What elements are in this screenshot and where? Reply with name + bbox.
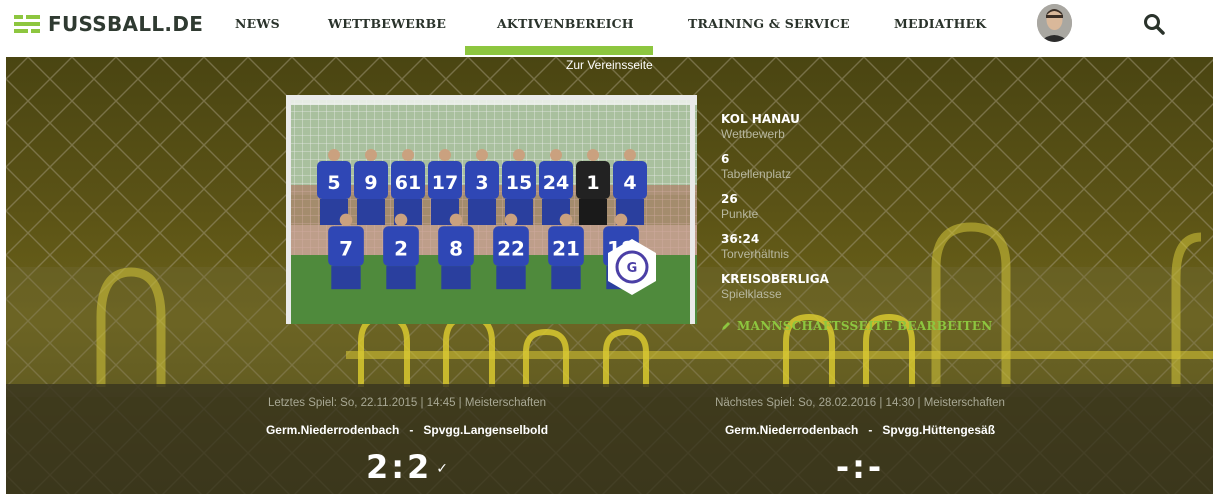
logo-icon <box>14 15 40 33</box>
stat-goal-ratio: 36:24 Torverhältnis <box>721 232 789 261</box>
edit-team-page-label: MANNSCHAFTSSEITE BEARBEITEN <box>737 319 993 333</box>
jersey-number: 61 <box>395 172 421 194</box>
team-photo: 5961173152414 728222118 G <box>286 95 697 324</box>
pencil-icon <box>722 322 730 330</box>
stat-label: Punkte <box>721 207 759 221</box>
stat-label: Wettbewerb <box>721 127 785 141</box>
stat-competition: KOL HANAU Wettbewerb <box>721 112 800 141</box>
active-tab-indicator <box>465 46 653 55</box>
next-match[interactable]: Nächstes Spiel: So, 28.02.2016 | 14:30 |… <box>660 397 1060 486</box>
nav-item-training-service[interactable]: TRAINING & SERVICE <box>688 16 850 31</box>
stat-value: 6 <box>721 152 730 166</box>
jersey-number: 24 <box>543 172 569 194</box>
stat-points: 26 Punkte <box>721 192 758 221</box>
jersey-number: 21 <box>552 237 580 261</box>
stat-label: Torverhältnis <box>721 247 790 261</box>
jersey-number: 2 <box>394 237 408 261</box>
search-icon[interactable] <box>1143 13 1165 35</box>
stat-table-position: 6 Tabellenplatz <box>721 152 791 181</box>
stat-value: 26 <box>721 192 738 206</box>
stat-label: Tabellenplatz <box>721 167 792 181</box>
team-hero: Zur Vereinsseite 5961173152414 728222118 <box>6 57 1213 494</box>
check-icon: ✓ <box>436 461 449 477</box>
stat-value: 36:24 <box>721 232 760 246</box>
home-team: Germ.Niederrodenbach <box>265 423 400 437</box>
away-team: Spvgg.Hüttengesäß <box>882 423 996 437</box>
away-team: Spvgg.Langenselbold <box>423 423 549 437</box>
last-match-meta: Letztes Spiel: So, 22.11.2015 | 14:45 | … <box>267 397 547 409</box>
nav-item-wettbewerbe[interactable]: WETTBEWERBE <box>328 16 446 31</box>
top-navigation: FUSSBALL.DE NEWS WETTBEWERBE AKTIVENBERE… <box>0 0 1213 57</box>
last-match-teams: Germ.Niederrodenbach - Spvgg.Langenselbo… <box>207 423 607 437</box>
last-match[interactable]: Letztes Spiel: So, 22.11.2015 | 14:45 | … <box>207 397 607 486</box>
nav-item-aktivenbereich[interactable]: AKTIVENBEREICH <box>497 16 634 31</box>
last-match-score-row: 2:2 ✓ <box>207 448 607 486</box>
team-separator: - <box>409 423 414 437</box>
site-logo[interactable]: FUSSBALL.DE <box>14 11 203 37</box>
next-match-score-row: -:- <box>660 448 1060 486</box>
jersey-number: 9 <box>364 172 377 194</box>
logo-text: FUSSBALL.DE <box>48 12 204 36</box>
jersey-number: 15 <box>506 172 532 194</box>
jersey-number: 7 <box>339 237 353 261</box>
next-match-teams: Germ.Niederrodenbach - Spvgg.Hüttengesäß <box>660 423 1060 437</box>
stat-label: Spielklasse <box>721 287 782 301</box>
next-match-score: -:- <box>835 448 885 486</box>
jersey-number: 5 <box>327 172 340 194</box>
club-page-link[interactable]: Zur Vereinsseite <box>566 58 653 72</box>
stat-value: KOL HANAU <box>721 112 800 126</box>
edit-team-page-link[interactable]: MANNSCHAFTSSEITE BEARBEITEN <box>721 319 993 333</box>
jersey-number: 1 <box>586 172 599 194</box>
jersey-number: 17 <box>432 172 458 194</box>
jersey-number: 8 <box>449 237 463 261</box>
nav-item-mediathek[interactable]: MEDIATHEK <box>894 16 986 31</box>
jersey-number: 22 <box>497 237 525 261</box>
team-separator: - <box>868 423 873 437</box>
stat-value: KREISOBERLIGA <box>721 272 829 286</box>
user-avatar[interactable] <box>1037 4 1072 42</box>
jersey-number: 3 <box>475 172 488 194</box>
match-bar: Letztes Spiel: So, 22.11.2015 | 14:45 | … <box>6 384 1213 494</box>
jersey-number: 4 <box>623 172 636 194</box>
next-match-meta: Nächstes Spiel: So, 28.02.2016 | 14:30 |… <box>715 397 1005 409</box>
nav-item-news[interactable]: NEWS <box>235 16 280 31</box>
svg-text:G: G <box>627 261 638 276</box>
last-match-score: 2:2 <box>365 448 433 486</box>
home-team: Germ.Niederrodenbach <box>724 423 859 437</box>
stat-league: KREISOBERLIGA Spielklasse <box>721 272 829 301</box>
